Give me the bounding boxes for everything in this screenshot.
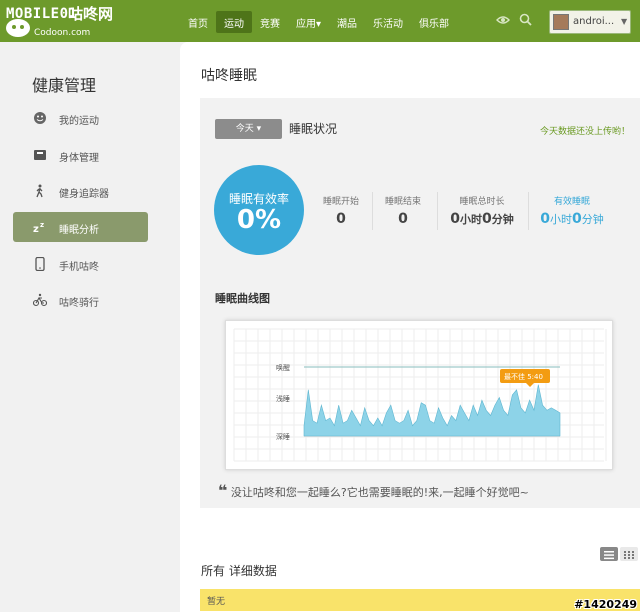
quote-text: ❝ 没让咕咚和您一起睡么?它也需要睡眠的!来,一起睡个好觉吧~ xyxy=(218,481,529,500)
y-axis-label: 浅睡 xyxy=(276,394,290,403)
site-logo[interactable]: MOBILE01 咕咚网 Codoon.com xyxy=(4,2,154,40)
nav-race[interactable]: 竞赛 xyxy=(252,11,288,33)
sleep-curve-chart: 深睡 浅睡 唤醒最不佳 5:40 xyxy=(225,320,613,470)
curve-title: 睡眠曲线图 xyxy=(215,292,270,305)
y-axis-label: 唤醒 xyxy=(276,363,290,372)
top-bar: MOBILE01 咕咚网 Codoon.com 首页 运动 竞赛 应用▾ 潮品 … xyxy=(0,0,640,42)
sidebar: 健康管理 我的运动 身体管理 健身追踪器 zz 睡眠分析 手机咕咚 咕咚骑行 xyxy=(0,42,180,612)
sidebar-item-sleep[interactable]: zz 睡眠分析 xyxy=(13,212,148,242)
nav-sport[interactable]: 运动 xyxy=(216,11,252,33)
empty-text: 暂无 xyxy=(207,597,226,607)
stat-value: 0 xyxy=(398,211,408,227)
stat-sleep-end: 睡眠结束 0 xyxy=(380,194,426,234)
stat-sleep-start: 睡眠开始 0 xyxy=(318,194,364,234)
scale-icon xyxy=(34,150,46,160)
sidebar-item-label: 健身追踪器 xyxy=(59,189,109,200)
nav-events[interactable]: 乐活动 xyxy=(365,11,411,33)
smile-icon xyxy=(34,112,46,124)
search-icon[interactable] xyxy=(519,13,532,26)
stat-effective-sleep: 有效睡眠 0小时0分钟 xyxy=(534,194,610,234)
divider xyxy=(372,192,373,230)
watermark: #1420249 xyxy=(574,598,637,611)
user-menu[interactable]: androi... ▼ xyxy=(549,10,631,34)
svg-text:z: z xyxy=(33,224,39,234)
stat-value: 0小时0分钟 xyxy=(450,211,514,227)
stat-value: 0 xyxy=(336,211,346,227)
nav-home[interactable]: 首页 xyxy=(180,11,216,33)
date-dropdown[interactable]: 今天 ▾ xyxy=(215,119,282,139)
sidebar-title: 健康管理 xyxy=(32,76,97,95)
page-title: 咕咚睡眠 xyxy=(201,68,257,84)
sidebar-item-label: 手机咕咚 xyxy=(59,262,99,273)
sleep-status-label: 睡眠状况 xyxy=(289,122,338,136)
sidebar-item-cycling[interactable]: 咕咚骑行 xyxy=(13,285,148,315)
stat-value: 0小时0分钟 xyxy=(540,211,604,227)
sidebar-item-label: 睡眠分析 xyxy=(59,225,99,236)
sleep-panel: 今天 ▾ 睡眠状况 今天数据还没上传哟！ 睡眠有效率 0% 睡眠开始 0 睡眠结… xyxy=(200,98,640,508)
walking-icon xyxy=(36,184,43,198)
main-content: 咕咚睡眠 今天 ▾ 睡眠状况 今天数据还没上传哟！ 睡眠有效率 0% 睡眠开始 … xyxy=(180,42,640,612)
chevron-down-icon: ▼ xyxy=(621,17,628,26)
phone-icon xyxy=(35,257,45,271)
nav-apps[interactable]: 应用▾ xyxy=(288,11,329,33)
efficiency-value: 0% xyxy=(236,205,282,235)
sidebar-item-tracker[interactable]: 健身追踪器 xyxy=(13,176,148,206)
stat-total-duration: 睡眠总时长 0小时0分钟 xyxy=(444,194,520,234)
divider xyxy=(528,192,529,230)
efficiency-circle: 睡眠有效率 0% xyxy=(214,165,304,255)
sidebar-item-label: 我的运动 xyxy=(59,116,99,127)
brand-name-cn: 咕咚网 xyxy=(68,5,114,23)
svg-text:z: z xyxy=(40,221,44,229)
nav-clubs[interactable]: 俱乐部 xyxy=(411,11,457,33)
quote-icon: ❝ xyxy=(218,481,228,500)
sidebar-item-phone[interactable]: 手机咕咚 xyxy=(13,249,148,279)
stat-label: 睡眠开始 xyxy=(322,197,359,207)
upload-note: 今天数据还没上传哟！ xyxy=(539,127,630,137)
avatar xyxy=(553,14,569,30)
stat-label: 有效睡眠 xyxy=(553,197,590,207)
list-icon xyxy=(604,551,614,560)
list-view-button[interactable] xyxy=(600,547,618,561)
main-nav: 首页 运动 竞赛 应用▾ 潮品 乐活动 俱乐部 xyxy=(180,11,457,33)
eye-icon[interactable] xyxy=(496,14,510,26)
sidebar-item-body[interactable]: 身体管理 xyxy=(13,140,148,170)
y-axis-label: 深睡 xyxy=(276,432,290,441)
bike-icon xyxy=(33,293,47,307)
stat-label: 睡眠总时长 xyxy=(459,197,505,207)
sidebar-item-label: 咕咚骑行 xyxy=(59,298,99,309)
sleep-zz-icon: zz xyxy=(33,221,44,234)
grid-icon xyxy=(624,551,634,559)
stat-label: 睡眠结束 xyxy=(384,197,421,207)
tooltip-arrow xyxy=(526,383,534,387)
nav-gear[interactable]: 潮品 xyxy=(329,11,365,33)
sidebar-item-my-sport[interactable]: 我的运动 xyxy=(13,103,148,133)
grid-view-button[interactable] xyxy=(620,547,638,561)
detail-title: 所有 详细数据 xyxy=(201,564,277,578)
divider xyxy=(437,192,438,230)
sidebar-item-label: 身体管理 xyxy=(59,153,99,164)
sleep-curve-svg: 深睡 浅睡 唤醒最不佳 5:40 xyxy=(233,328,607,462)
user-name: androi... xyxy=(573,16,615,27)
brand-subtitle: Codoon.com xyxy=(34,28,91,38)
brand-name: MOBILE01 xyxy=(6,6,78,22)
tooltip-text: 最不佳 5:40 xyxy=(504,372,543,381)
